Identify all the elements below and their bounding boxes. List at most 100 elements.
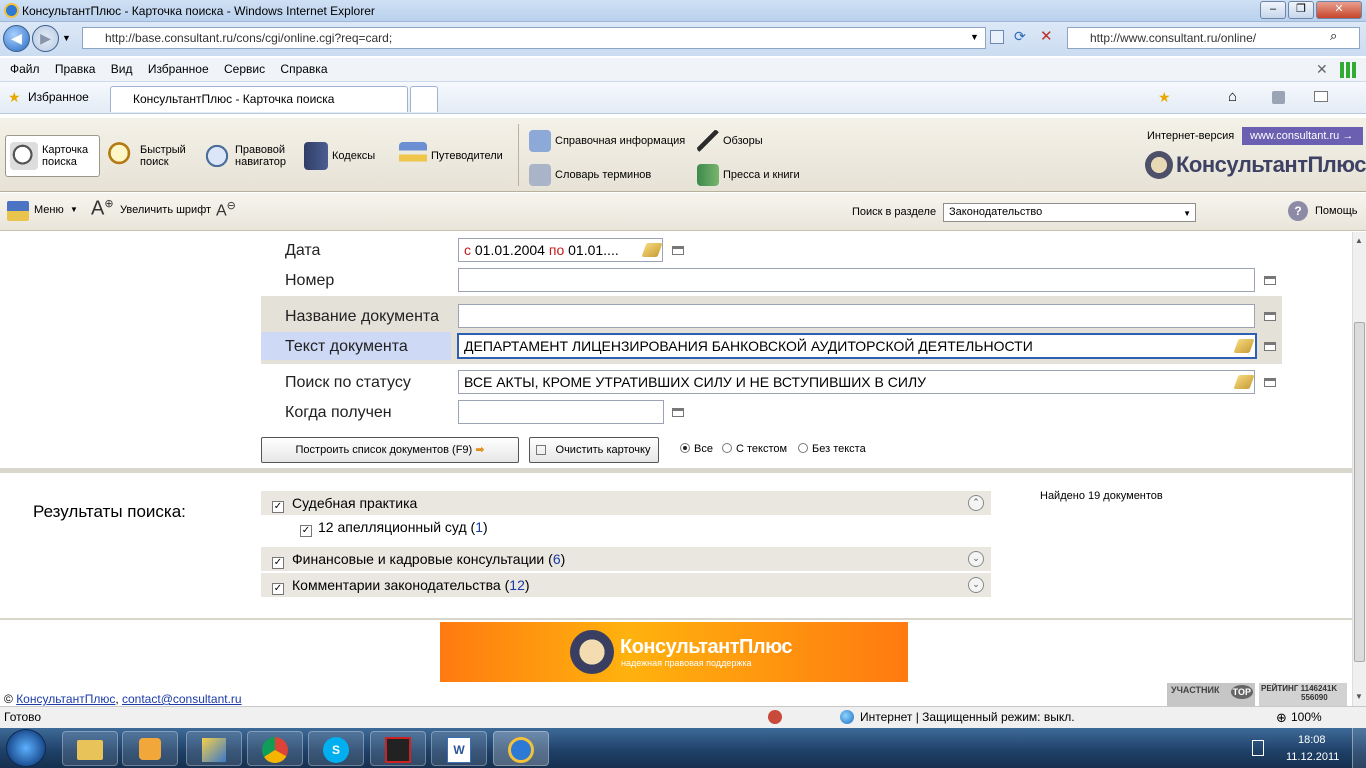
clock-time[interactable]: 18:08 [1298,734,1326,746]
forward-button[interactable]: ▶ [32,25,59,52]
link-reference-info[interactable]: Справочная информация [529,130,685,152]
font-increase-icon[interactable]: A⊕ [91,197,114,221]
radio-all[interactable]: Все [680,443,713,455]
radio-without-text[interactable]: Без текста [798,443,866,455]
checkbox[interactable]: ✓ [300,525,312,537]
history-dropdown-icon[interactable]: ▼ [62,33,71,43]
number-field[interactable] [458,268,1255,292]
participant-badge[interactable]: УЧАСТНИК TOP [1167,683,1255,706]
address-dropdown-icon[interactable]: ▼ [970,32,979,42]
taskbar-ie[interactable] [493,731,549,766]
menu-view[interactable]: Вид [105,58,139,80]
text-field[interactable]: ДЕПАРТАМЕНТ ЛИЦЕНЗИРОВАНИЯ БАНКОВСКОЙ АУ… [457,333,1257,359]
status-field[interactable]: ВСЕ АКТЫ, КРОМЕ УТРАТИВШИХ СИЛУ И НЕ ВСТ… [458,370,1255,394]
close-button[interactable]: ✕ [1316,1,1362,19]
footer-link-consultant[interactable]: КонсультантПлюс [16,692,115,706]
home-icon[interactable]: ⌂ [1228,88,1237,105]
back-button[interactable]: ◀ [3,25,30,52]
result-group-court[interactable]: ✓ Судебная практика ⌃ [261,491,991,515]
show-desktop-button[interactable] [1352,728,1366,768]
tool-search-card[interactable]: Карточка поиска [5,135,100,177]
minimize-button[interactable]: – [1260,1,1286,19]
scroll-down-icon[interactable]: ▼ [1355,692,1363,701]
checkbox[interactable]: ✓ [272,501,284,513]
tool-legal-navigator[interactable]: Правовой навигатор [203,142,286,170]
scroll-up-icon[interactable]: ▲ [1355,236,1363,245]
taskbar-skype[interactable]: S [308,731,364,766]
app-menu-button[interactable]: Меню [34,204,64,216]
result-group-finance[interactable]: ✓ Финансовые и кадровые консультации (6) … [261,547,991,571]
mail-icon[interactable] [1314,91,1328,102]
checkbox[interactable]: ✓ [272,557,284,569]
taskbar-app[interactable] [370,731,426,766]
favorites-button[interactable]: Избранное [28,90,89,104]
compat-icon[interactable] [990,30,1004,44]
list-icon[interactable] [1264,342,1276,351]
result-subgroup[interactable]: ✓ 12 апелляционный суд (1) [300,518,488,537]
privacy-icon[interactable] [768,710,782,724]
maximize-button[interactable]: ❐ [1288,1,1314,19]
clock-date[interactable]: 11.12.2011 [1286,751,1339,763]
taskbar-explorer[interactable] [62,731,118,766]
site-link[interactable]: www.consultant.ru → [1242,127,1363,145]
checkbox[interactable]: ✓ [272,583,284,595]
result-group-comments[interactable]: ✓ Комментарии законодательства (12) ⌄ [261,573,991,597]
date-field[interactable]: с 01.01.2004 по 01.01.... [458,238,663,262]
menu-tools[interactable]: Сервис [218,58,271,80]
taskbar-paint[interactable] [186,731,242,766]
rating-badge[interactable]: РЕЙТИНГ 1146241K 556090 [1259,683,1347,706]
chevron-up-icon[interactable]: ⌃ [968,495,984,511]
build-list-button[interactable]: Построить список документов (F9) ➡ [261,437,519,463]
favorites-star-icon[interactable]: ★ [8,89,21,106]
taskbar-word[interactable]: W [431,731,487,766]
tool-codes[interactable]: Кодексы [304,142,375,170]
tool-guides[interactable]: Путеводители [399,142,503,170]
menu-edit[interactable]: Правка [49,58,102,80]
close-menubar-icon[interactable]: ✕ [1316,61,1328,78]
list-icon[interactable] [1264,276,1276,285]
add-favorite-icon[interactable]: ★ [1158,89,1171,106]
zoom-icon[interactable]: ⊕ [1276,708,1287,728]
list-icon[interactable] [1264,378,1276,387]
consultant-banner[interactable]: КонсультантПлюс надежная правовая поддер… [440,622,908,682]
chevron-down-icon[interactable]: ⌄ [968,577,984,593]
start-button[interactable] [6,729,46,767]
search-icon[interactable]: ⌕ [1330,28,1337,44]
received-field[interactable] [458,400,664,424]
radio-with-text[interactable]: С текстом [722,443,787,455]
list-icon[interactable] [672,408,684,417]
help-button[interactable]: Помощь [1315,205,1358,217]
rss-icon[interactable] [1272,91,1285,104]
browser-tab[interactable]: КонсультантПлюс - Карточка поиска [110,86,408,112]
zoom-level[interactable]: 100% [1291,707,1322,727]
taskbar-chrome[interactable] [247,731,303,766]
chevron-down-icon[interactable]: ⌄ [968,551,984,567]
stop-icon[interactable]: ✕ [1040,27,1053,45]
vertical-scrollbar[interactable]: ▲ ▼ [1352,232,1366,706]
clear-card-button[interactable]: Очистить карточку [529,437,659,463]
scroll-thumb[interactable] [1354,322,1365,662]
refresh-icon[interactable]: ⟳ [1014,28,1026,45]
help-icon[interactable]: ? [1288,201,1308,221]
subgroup-count[interactable]: 1 [475,519,483,535]
list-icon[interactable] [672,246,684,255]
taskbar-media[interactable] [122,731,178,766]
tool-quick-search[interactable]: Быстрый поиск [108,142,186,170]
name-field[interactable] [458,304,1255,328]
section-select[interactable]: Законодательство ▼ [943,203,1196,222]
font-decrease-icon[interactable]: A⊖ [216,199,236,220]
menu-favorites[interactable]: Избранное [142,58,215,80]
menu-file[interactable]: Файл [4,58,46,80]
font-increase-button[interactable]: Увеличить шрифт [120,204,211,216]
menu-help[interactable]: Справка [274,58,333,80]
link-press-books[interactable]: Пресса и книги [697,164,800,186]
footer-link-email[interactable]: contact@consultant.ru [122,692,242,706]
search-input[interactable]: http://www.consultant.ru/online/ [1067,27,1360,49]
link-glossary[interactable]: Словарь терминов [529,164,651,186]
address-input[interactable]: http://base.consultant.ru/cons/cgi/onlin… [82,27,986,49]
tray-icon[interactable] [1252,740,1264,756]
list-icon[interactable] [1264,312,1276,321]
app-menu-dropdown-icon[interactable]: ▼ [70,205,78,214]
menu-icon[interactable] [7,201,29,221]
group-count[interactable]: 6 [553,551,561,567]
